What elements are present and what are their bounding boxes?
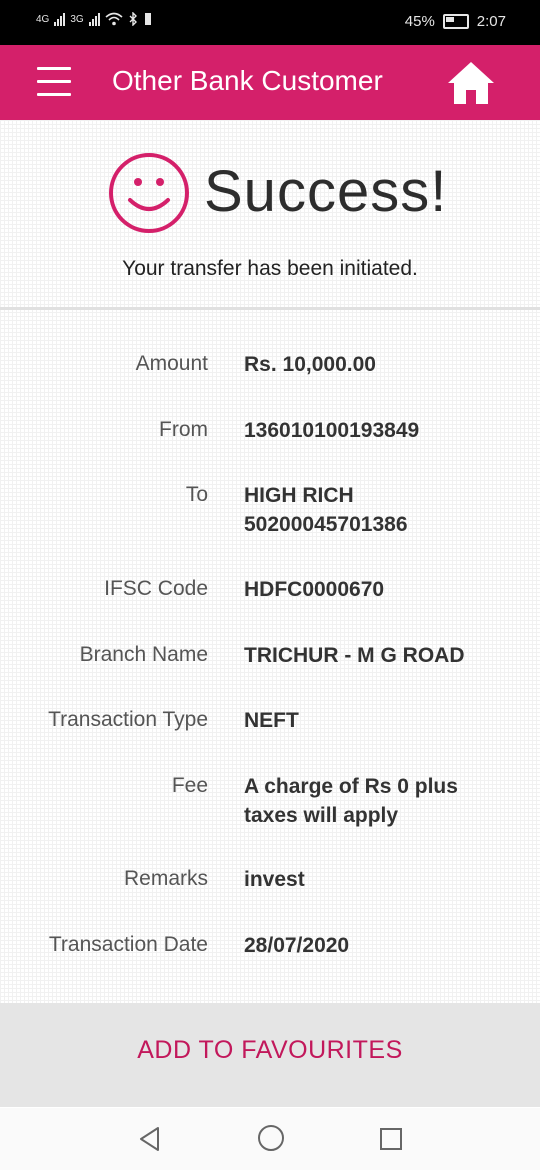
wifi-icon: [105, 12, 123, 26]
detail-value-line: HDFC0000670: [244, 578, 385, 601]
system-nav-bar: [0, 1108, 540, 1170]
clock: 2:07: [476, 13, 506, 30]
detail-label: Amount: [135, 352, 208, 375]
status-left: 4G 3G: [36, 12, 153, 26]
detail-label: IFSC Code: [104, 577, 208, 600]
add-to-favourites-button[interactable]: ADD TO FAVOURITES: [0, 1036, 540, 1065]
detail-label: From: [159, 418, 208, 441]
detail-value: invest: [244, 865, 305, 894]
signal-icon-2: [88, 12, 100, 26]
detail-value-line: Rs. 10,000.00: [244, 353, 376, 376]
detail-value-line: invest: [244, 868, 305, 891]
detail-value: HIGH RICH 50200045701386: [244, 481, 408, 539]
success-message: Your transfer has been initiated.: [122, 257, 418, 280]
detail-label: Transaction Type: [48, 708, 208, 731]
detail-value-line: taxes will apply: [244, 804, 399, 827]
detail-value-line: 136010100193849: [244, 419, 420, 442]
detail-value: 136010100193849: [244, 416, 419, 445]
detail-value: Rs. 10,000.00: [244, 350, 376, 379]
success-heading: Success!: [204, 159, 448, 224]
detail-label: Transaction Date: [48, 933, 208, 956]
detail-label: Fee: [171, 774, 208, 797]
divider: [0, 307, 540, 310]
home-icon[interactable]: [446, 59, 496, 107]
detail-label: Remarks: [123, 867, 208, 890]
vibrate-icon: [144, 13, 151, 25]
hamburger-menu-icon[interactable]: [37, 67, 71, 97]
detail-value: NEFT: [244, 706, 299, 735]
network-label-2: 3G: [70, 13, 84, 25]
app-bar: Other Bank Customer: [0, 45, 540, 120]
detail-value-line: 28/07/2020: [244, 934, 350, 957]
detail-value: TRICHUR - M G ROAD: [244, 641, 464, 670]
battery-percent: 45%: [404, 13, 435, 30]
smiley-icon: [109, 153, 189, 233]
battery-icon: [442, 14, 469, 29]
favourites-bar: ADD TO FAVOURITES: [0, 1003, 540, 1107]
home-circle-icon[interactable]: [258, 1125, 284, 1151]
detail-label: To: [185, 483, 208, 506]
detail-value-line: A charge of Rs 0 plus: [244, 775, 458, 798]
detail-value-line: NEFT: [244, 709, 299, 732]
network-label-1: 4G: [36, 13, 50, 25]
detail-value: A charge of Rs 0 plus taxes will apply: [244, 772, 458, 830]
status-right: 45% 2:07: [405, 13, 506, 30]
status-bar: 4G 3G 45% 2:07: [0, 0, 540, 45]
detail-value-line: HIGH RICH: [244, 484, 354, 507]
detail-value-line: 50200045701386: [244, 513, 408, 536]
recents-square-icon[interactable]: [380, 1128, 402, 1150]
bluetooth-icon: [129, 12, 137, 26]
signal-icon: [54, 12, 66, 26]
detail-value-line: TRICHUR - M G ROAD: [244, 644, 465, 667]
back-triangle-icon[interactable]: [138, 1126, 162, 1152]
detail-value: 28/07/2020: [244, 931, 349, 960]
detail-label: Branch Name: [79, 643, 208, 666]
detail-value: HDFC0000670: [244, 575, 384, 604]
page-title: Other Bank Customer: [112, 65, 383, 96]
